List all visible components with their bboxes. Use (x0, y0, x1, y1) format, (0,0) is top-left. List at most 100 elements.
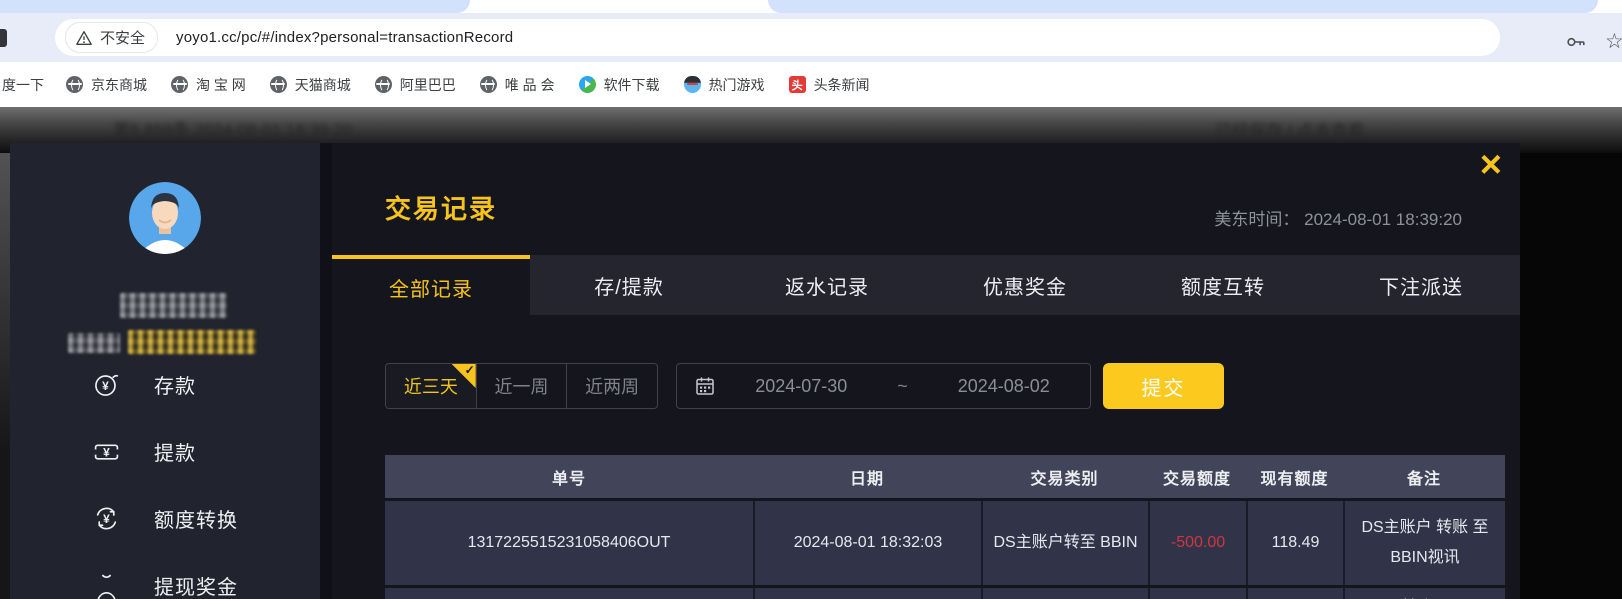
bookmark-label: 软件下载 (604, 75, 660, 95)
warning-icon (75, 29, 93, 47)
cell-amount (1148, 588, 1246, 599)
bookmark-software[interactable]: 软件下载 (579, 75, 660, 95)
submit-button[interactable]: 提交 (1103, 363, 1224, 409)
bookmark-alibaba[interactable]: 阿里巴巴 (375, 75, 456, 95)
date-range-picker[interactable]: 2024-07-30 ~ 2024-08-02 (676, 363, 1091, 409)
sidebar-item-label: 提现奖金 (154, 571, 238, 599)
cell-amount: -500.00 (1148, 501, 1246, 585)
bookmark-games[interactable]: 热门游戏 (684, 75, 765, 95)
table-header-row: 单号 日期 交易类别 交易额度 现有额度 备注 (385, 455, 1505, 498)
bookmark-toutiao[interactable]: 头 头条新闻 (789, 75, 870, 95)
cell-remark: DS主账户 转账 至 BBIN视讯 (1343, 501, 1505, 585)
table-row-partial: AG 转账至 DS (385, 588, 1505, 599)
profile-sidebar: ¥ 存款 ¥ 提款 (10, 143, 320, 599)
range-last-3-days[interactable]: 近三天 ✓ (386, 364, 476, 408)
bookmark-label: 淘 宝 网 (196, 75, 246, 95)
balance-label-blurred (68, 333, 120, 353)
browser-tab-right[interactable] (768, 0, 1598, 13)
balance-value-blurred (128, 330, 256, 354)
globe-favicon (66, 76, 83, 93)
check-icon: ✓ (465, 363, 475, 377)
col-amount: 交易额度 (1148, 455, 1246, 498)
bookmark-jd[interactable]: 京东商城 (66, 75, 147, 95)
cell-type (981, 588, 1148, 599)
address-bar[interactable]: 不安全 yoyo1.cc/pc/#/index?personal=transac… (55, 19, 1500, 56)
withdraw-icon: ¥ (93, 438, 120, 465)
sidebar-item-deposit[interactable]: ¥ 存款 (93, 370, 196, 399)
svg-text:¥: ¥ (102, 379, 109, 393)
credit-transfer-icon: ¥ (93, 505, 120, 532)
record-tabbar: 全部记录 存/提款 返水记录 优惠奖金 额度互转 下注派送 (332, 255, 1520, 315)
tab-all-records[interactable]: 全部记录 (332, 255, 530, 315)
range-last-two-weeks[interactable]: 近两周 (566, 364, 657, 408)
sidebar-item-label: 额度转换 (154, 504, 238, 533)
tab-promo-bonus[interactable]: 优惠奖金 (926, 255, 1124, 315)
tab-rebate-records[interactable]: 返水记录 (728, 255, 926, 315)
obscured-background-text-right: 已经保存 | 点击查看 (1215, 117, 1365, 142)
url-text[interactable]: yoyo1.cc/pc/#/index?personal=transaction… (176, 29, 513, 46)
bookmark-taobao[interactable]: 淘 宝 网 (171, 75, 246, 95)
bookmark-baidu[interactable]: 度一下 (2, 75, 44, 95)
page-title: 交易记录 (385, 189, 497, 226)
bookmark-label: 热门游戏 (709, 75, 765, 95)
penguin-game-favicon (684, 76, 701, 93)
sidebar-divider (320, 143, 332, 599)
date-separator: ~ (888, 376, 918, 397)
bookmarks-bar: 度一下 京东商城 淘 宝 网 天猫商城 阿里巴巴 唯 品 会 软件下载 热门游 (0, 62, 1622, 107)
range-label: 近一周 (495, 373, 549, 399)
browser-tabstrip (0, 0, 1622, 13)
cell-date (753, 588, 981, 599)
date-from-value[interactable]: 2024-07-30 (715, 376, 888, 397)
browser-tab-left[interactable] (0, 0, 470, 13)
tab-bet-dispatch[interactable]: 下注派送 (1322, 255, 1520, 315)
cell-order-no: 1317225515231058406OUT (385, 501, 753, 585)
bookmark-tmall[interactable]: 天猫商城 (270, 75, 351, 95)
cell-remark: AG 转账至 DS (1343, 588, 1505, 599)
bookmark-vip[interactable]: 唯 品 会 (480, 75, 555, 95)
sidebar-item-credit-transfer[interactable]: ¥ 额度转换 (93, 504, 238, 533)
range-last-week[interactable]: 近一周 (476, 364, 567, 408)
toolbar-right-icons: ☆ (1565, 32, 1622, 52)
date-to-value[interactable]: 2024-08-02 (918, 376, 1091, 397)
toutiao-news-favicon: 头 (789, 76, 806, 93)
bookmark-label: 头条新闻 (814, 75, 870, 95)
date-range-quick-filters: 近三天 ✓ 近一周 近两周 (385, 363, 658, 409)
col-remark: 备注 (1343, 455, 1505, 498)
bonus-icon (93, 572, 120, 599)
sidebar-item-withdraw-bonus[interactable]: 提现奖金 (93, 571, 238, 599)
calendar-icon (695, 376, 715, 396)
close-icon[interactable]: × (1480, 145, 1502, 185)
bookmark-label: 天猫商城 (295, 75, 351, 95)
sidebar-item-withdraw[interactable]: ¥ 提款 (93, 437, 196, 466)
sidebar-item-label: 存款 (154, 370, 196, 399)
user-avatar (129, 182, 201, 254)
col-balance: 现有额度 (1246, 455, 1343, 498)
col-order-no: 单号 (385, 455, 753, 498)
backdrop-left-edge (0, 107, 10, 599)
screenshot-root: 不安全 yoyo1.cc/pc/#/index?personal=transac… (0, 0, 1622, 599)
globe-favicon (270, 76, 287, 93)
table-row: 1317225515231058406OUT 2024-08-01 18:32:… (385, 501, 1505, 585)
password-key-icon[interactable] (1565, 32, 1587, 52)
browser-toolbar: 不安全 yoyo1.cc/pc/#/index?personal=transac… (0, 13, 1622, 62)
deposit-icon: ¥ (93, 371, 120, 398)
cell-type: DS主账户转至 BBIN (981, 501, 1148, 585)
bookmark-star-icon[interactable]: ☆ (1605, 32, 1622, 52)
range-label: 近两周 (585, 373, 639, 399)
cell-date: 2024-08-01 18:32:03 (753, 501, 981, 585)
not-secure-badge[interactable]: 不安全 (65, 22, 158, 53)
tab-credit-transfer[interactable]: 额度互转 (1124, 255, 1322, 315)
transaction-record-modal: ¥ 存款 ¥ 提款 (10, 143, 1520, 599)
col-date: 日期 (753, 455, 981, 498)
cell-balance (1246, 588, 1343, 599)
cell-balance: 118.49 (1246, 501, 1343, 585)
transactions-table: 单号 日期 交易类别 交易额度 现有额度 备注 1317225515231058… (385, 455, 1505, 599)
tab-deposit-withdraw[interactable]: 存/提款 (530, 255, 728, 315)
bookmark-label: 阿里巴巴 (400, 75, 456, 95)
server-time-label: 美东时间： 2024-08-01 18:39:20 (1214, 205, 1462, 230)
software-download-favicon (579, 76, 596, 93)
globe-favicon (375, 76, 392, 93)
svg-text:¥: ¥ (103, 445, 110, 459)
sidebar-item-label: 提款 (154, 437, 196, 466)
page-backdrop: 第5,859条 2024-08-01 18:39:20 已经保存 | 点击查看 (0, 107, 1622, 599)
